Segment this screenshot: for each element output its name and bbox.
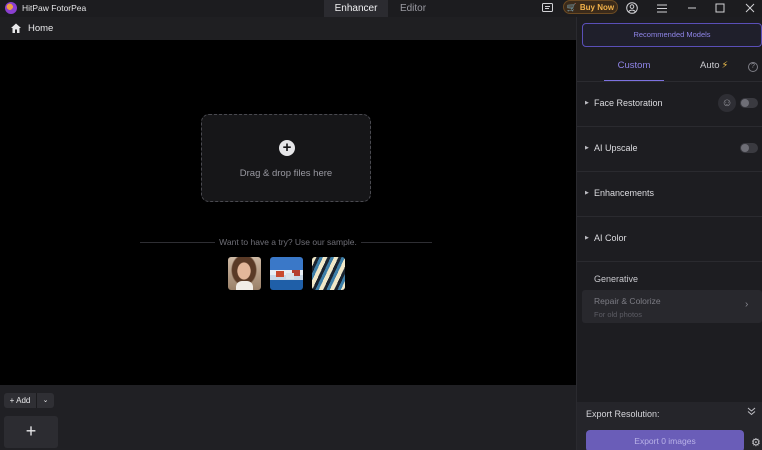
section-enhancements[interactable]: ▶ Enhancements (577, 172, 762, 217)
add-file-icon[interactable]: + (279, 140, 295, 156)
close-icon[interactable] (743, 1, 757, 15)
settings-panel: Recommended Models Custom Auto ⚡ ? ▶ Face… (576, 17, 762, 450)
help-icon[interactable]: ? (748, 62, 758, 72)
section-face-restoration[interactable]: ▶ Face Restoration ☺ (577, 82, 762, 127)
home-link[interactable]: Home (28, 23, 53, 34)
section-label: Face Restoration (594, 98, 663, 108)
account-icon[interactable] (625, 1, 639, 15)
maximize-icon[interactable] (713, 1, 727, 15)
export-area: Export Resolution: Export 0 images ⚙ (577, 402, 762, 450)
sample-prompt-text: Want to have a try? Use our sample. (215, 237, 361, 247)
add-button-label: Add (16, 396, 31, 405)
face-icon[interactable]: ☺ (718, 94, 736, 112)
recommended-models-button[interactable]: Recommended Models (582, 23, 762, 47)
app-title: HitPaw FotorPea (22, 3, 87, 13)
buy-now-button[interactable]: 🛒 Buy Now (563, 0, 618, 14)
tab-auto[interactable]: Auto ⚡ (700, 60, 728, 71)
face-restoration-toggle[interactable] (740, 98, 758, 108)
cart-icon: 🛒 (566, 2, 577, 12)
title-bar: HitPaw FotorPea Enhancer Editor 🛒 Buy No… (0, 0, 762, 17)
lightning-icon: ⚡ (721, 60, 729, 71)
tab-enhancer[interactable]: Enhancer (324, 0, 388, 17)
home-icon[interactable] (10, 22, 22, 34)
repair-title: Repair & Colorize (594, 296, 661, 306)
chevron-down-icon[interactable]: ⌄ (36, 393, 54, 408)
section-label: AI Upscale (594, 143, 638, 153)
section-label: AI Color (594, 233, 627, 243)
sample-thumbnail-portrait[interactable] (228, 257, 261, 290)
chevron-right-icon: › (745, 299, 749, 310)
add-button[interactable]: + Add (4, 393, 36, 408)
section-ai-color[interactable]: ▶ AI Color (577, 217, 762, 262)
sample-prompt: Want to have a try? Use our sample. (0, 237, 576, 247)
app-logo-icon (5, 2, 17, 14)
repair-colorize-card[interactable]: Repair & Colorize For old photos › (582, 290, 762, 323)
export-button[interactable]: Export 0 images (586, 430, 744, 450)
section-ai-upscale[interactable]: ▶ AI Upscale (577, 127, 762, 172)
caret-right-icon: ▶ (585, 235, 589, 241)
drop-zone[interactable]: + Drag & drop files here (201, 114, 371, 202)
tab-auto-label: Auto (700, 60, 720, 71)
feedback-icon[interactable] (540, 1, 554, 15)
buy-now-label: Buy Now (579, 2, 615, 12)
tab-editor[interactable]: Editor (388, 0, 438, 17)
export-resolution-label: Export Resolution: (586, 409, 660, 419)
section-label: Enhancements (594, 188, 655, 198)
tab-custom[interactable]: Custom (604, 60, 664, 71)
file-strip: + Add ⌄ + (0, 385, 576, 450)
sample-thumbnail-fish[interactable] (312, 257, 345, 290)
caret-right-icon: ▶ (585, 145, 589, 151)
minimize-icon[interactable] (685, 1, 699, 15)
caret-right-icon: ▶ (585, 100, 589, 106)
double-chevron-down-icon[interactable] (747, 407, 756, 418)
breadcrumb: Home (0, 17, 576, 40)
generative-heading: Generative (594, 274, 639, 284)
drop-zone-text: Drag & drop files here (239, 168, 333, 179)
sample-thumbnail-coast[interactable] (270, 257, 303, 290)
workspace-canvas: + Drag & drop files here Want to have a … (0, 40, 576, 385)
add-file-tile[interactable]: + (4, 416, 58, 448)
ai-upscale-toggle[interactable] (740, 143, 758, 153)
caret-right-icon: ▶ (585, 190, 589, 196)
repair-subtitle: For old photos (594, 310, 642, 319)
menu-icon[interactable] (655, 1, 669, 15)
gear-icon[interactable]: ⚙ (751, 436, 761, 449)
